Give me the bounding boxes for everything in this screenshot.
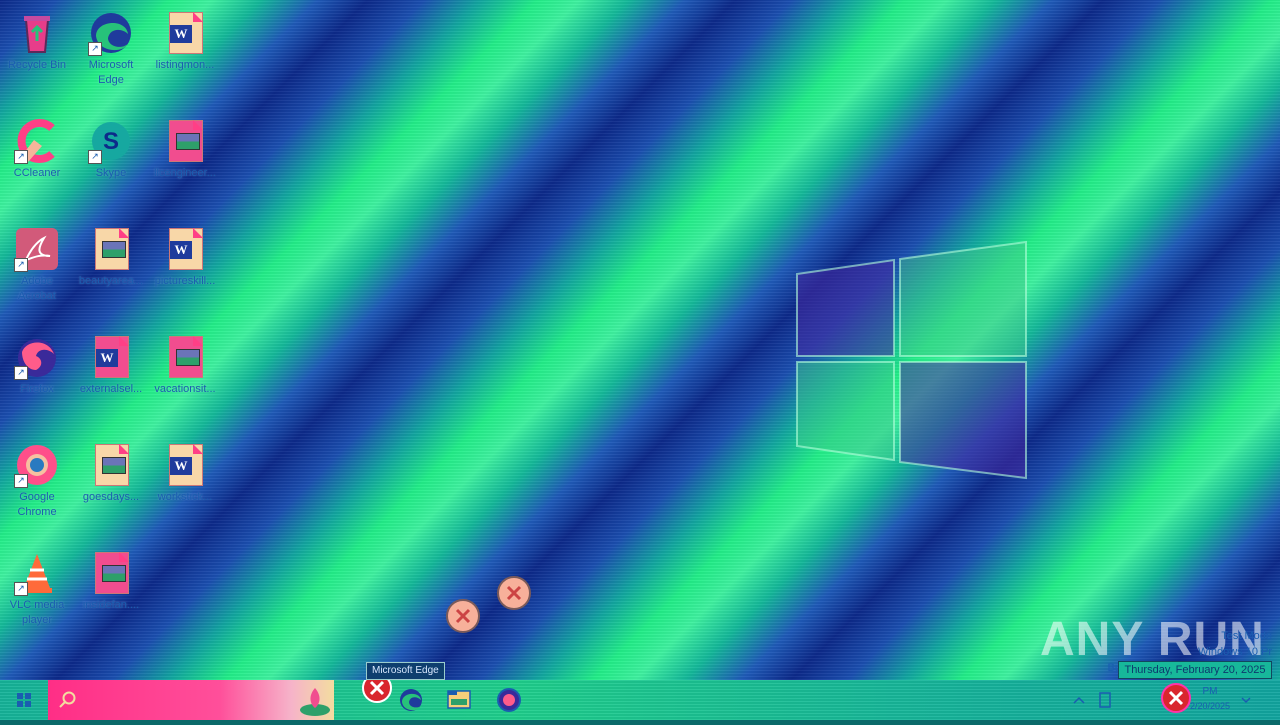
taskbar-search-box[interactable]: [48, 680, 334, 720]
desktop-icon-label: llcengineer...: [154, 167, 216, 179]
word-doc-icon: W: [162, 10, 208, 56]
taskbar-clock[interactable]: PM 2/20/2025: [1190, 680, 1230, 720]
search-highlight-image-icon: [300, 688, 330, 716]
desktop-icon-pictureskill[interactable]: W pictureskill...: [148, 220, 222, 320]
file-page-icon: W: [169, 12, 203, 54]
chevron-up-icon: [1073, 696, 1085, 704]
watermark-windows-edition: Windows 10 Pr: [1198, 646, 1272, 658]
word-doc-icon: W: [162, 442, 208, 488]
desktop-icon-insidefan[interactable]: insidefan....: [74, 544, 148, 644]
file-page-icon: [169, 120, 203, 162]
image-file-icon: [162, 334, 208, 380]
skype-icon: S ↗: [88, 118, 134, 164]
desktop-icon-label: goesdays...: [82, 491, 140, 503]
start-button[interactable]: [0, 680, 48, 720]
windows-start-icon: [17, 693, 31, 707]
shortcut-arrow-icon: ↗: [88, 150, 102, 164]
desktop-icon-llcengineer[interactable]: llcengineer...: [148, 112, 222, 212]
edge-icon: [400, 689, 422, 711]
desktop-icon-label: insidefan....: [82, 599, 140, 611]
desktop-icon-label: workstick...: [157, 491, 213, 503]
file-page-icon: W: [95, 336, 129, 378]
taskbar-edge[interactable]: [396, 680, 426, 720]
shortcut-arrow-icon: ↗: [88, 42, 102, 56]
desktop-icon-vlc-media-player[interactable]: ↗ VLC media player: [0, 544, 74, 644]
watermark-test-mode: Test Mode: [1221, 630, 1272, 642]
desktop-icon-label: Skype: [95, 167, 127, 179]
file-page-icon: W: [169, 228, 203, 270]
desktop-icon-label: beautyarea...: [78, 275, 144, 287]
desktop-icon-vacationsit[interactable]: vacationsit...: [148, 328, 222, 428]
word-doc-icon: W: [88, 334, 134, 380]
desktop-icon-listingmon[interactable]: W listingmon...: [148, 4, 222, 104]
shortcut-arrow-icon: ↗: [14, 474, 28, 488]
desktop-icon-firefox[interactable]: ↗ Firefox: [0, 328, 74, 428]
desktop-icon-label: Microsoft Edge: [88, 59, 134, 86]
taskbar-tooltip: Microsoft Edge: [366, 662, 445, 680]
file-explorer-icon: [447, 690, 471, 709]
desktop-icon-workstick[interactable]: W workstick...: [148, 436, 222, 536]
acrobat-icon: ↗: [14, 226, 60, 272]
desktop-icon-label: Google Chrome: [17, 491, 57, 518]
shortcut-arrow-icon: ↗: [14, 258, 28, 272]
shortcut-arrow-icon: ↗: [14, 150, 28, 164]
desktop-icon-google-chrome[interactable]: ↗ Google Chrome: [0, 436, 74, 536]
shortcut-arrow-icon: ↗: [14, 582, 28, 596]
desktop-icon-adobe-acrobat[interactable]: ↗ Adobe Acrobat: [0, 220, 74, 320]
desktop-icon-label: vacationsit...: [154, 383, 216, 395]
desktop-icon-label: Recycle Bin: [7, 59, 67, 71]
floating-process-icon[interactable]: [497, 576, 531, 610]
file-page-icon: W: [169, 444, 203, 486]
chevron-down-icon: [1241, 697, 1251, 704]
taskbar-file-explorer[interactable]: [444, 680, 474, 720]
edge-icon: ↗: [88, 10, 134, 56]
chrome-icon: ↗: [14, 442, 60, 488]
desktop-icon-ccleaner[interactable]: ↗ CCleaner: [0, 112, 74, 212]
desktop-icon-label: Firefox: [20, 383, 54, 395]
desktop-icon-label: listingmon...: [155, 59, 215, 71]
taskbar-firefox[interactable]: [494, 680, 524, 720]
desktop-icon-externalsel[interactable]: W externalsel...: [74, 328, 148, 428]
image-file-icon: [162, 118, 208, 164]
error-icon: [362, 673, 392, 703]
taskbar-error-app[interactable]: [360, 673, 394, 720]
clock-time: PM: [1202, 686, 1218, 697]
file-page-icon: [95, 444, 129, 486]
clock-date: 2/20/2025: [1190, 701, 1230, 711]
vlc-icon: ↗: [14, 550, 60, 596]
tray-network[interactable]: [1094, 680, 1116, 720]
network-icon: [1099, 692, 1111, 708]
shortcut-arrow-icon: ↗: [14, 366, 28, 380]
firefox-icon: [497, 688, 521, 712]
image-file-icon: [88, 550, 134, 596]
windows-logo-wallpaper: [796, 240, 1027, 480]
recycle-bin-icon: [14, 10, 60, 56]
floating-process-icon[interactable]: [446, 599, 480, 633]
desktop-icon-beautyarea[interactable]: beautyarea...: [74, 220, 148, 320]
desktop-icon-skype[interactable]: S ↗ Skype: [74, 112, 148, 212]
desktop-icon-label: externalsel...: [79, 383, 143, 395]
desktop-icon-label: Adobe Acrobat: [18, 275, 56, 302]
desktop-icon-label: VLC media player: [9, 599, 65, 626]
desktop-icon-label: CCleaner: [13, 167, 61, 179]
svg-text:S: S: [103, 128, 119, 155]
desktop-icon-label: pictureskill...: [154, 275, 216, 287]
firefox-icon: ↗: [14, 334, 60, 380]
notification-button[interactable]: [1236, 680, 1256, 720]
image-file-icon: [88, 226, 134, 272]
search-icon: [59, 691, 76, 708]
image-file-icon: [88, 442, 134, 488]
desktop-icon-goesdays[interactable]: goesdays...: [74, 436, 148, 536]
file-page-icon: [95, 552, 129, 594]
file-page-icon: [169, 336, 203, 378]
show-hidden-icons[interactable]: [1068, 680, 1090, 720]
desktop-icon-recycle-bin[interactable]: Recycle Bin: [0, 4, 74, 104]
file-page-icon: [95, 228, 129, 270]
desktop-icon-microsoft-edge[interactable]: ↗ Microsoft Edge: [74, 4, 148, 104]
ccleaner-icon: ↗: [14, 118, 60, 164]
clock-date-tooltip: Thursday, February 20, 2025: [1118, 661, 1272, 679]
word-doc-icon: W: [162, 226, 208, 272]
